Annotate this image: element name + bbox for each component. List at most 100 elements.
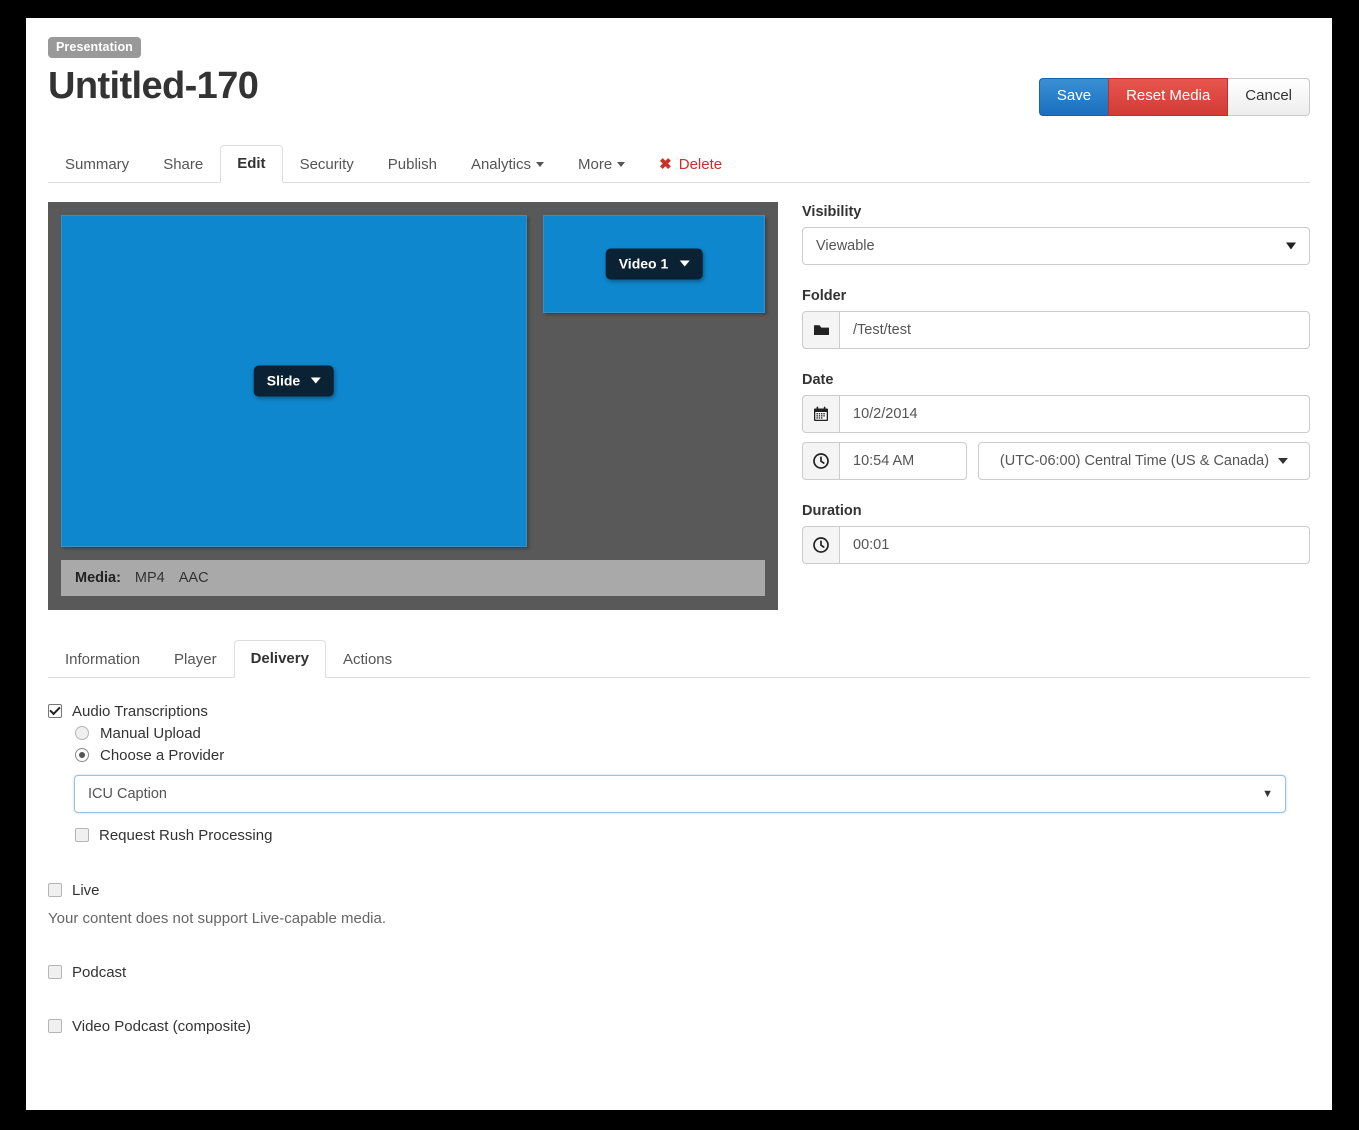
- media-info-bar: Media: MP4 AAC: [61, 559, 765, 596]
- duration-field: 00:01: [802, 525, 1310, 564]
- visibility-select[interactable]: Viewable: [802, 226, 1310, 265]
- time-field: 10:54 AM: [802, 441, 967, 480]
- rush-processing-checkbox[interactable]: [75, 828, 89, 843]
- chevron-down-icon: [311, 377, 322, 384]
- tab-security[interactable]: Security: [283, 146, 371, 183]
- manual-upload-label: Manual Upload: [100, 724, 201, 742]
- rush-processing-label: Request Rush Processing: [99, 826, 273, 844]
- visibility-value: Viewable: [816, 237, 875, 254]
- time-value: 10:54 AM: [853, 452, 915, 469]
- chevron-down-icon: [1286, 242, 1296, 250]
- folder-icon[interactable]: [802, 310, 839, 349]
- calendar-icon[interactable]: [802, 394, 839, 433]
- tab-label: Publish: [387, 155, 437, 173]
- tab-delete[interactable]: ✖ Delete: [642, 146, 739, 183]
- title-row: Untitled-170 Save Reset Media Cancel: [26, 58, 1332, 116]
- tab-label: Security: [299, 155, 354, 173]
- slide-source-label: Slide: [266, 372, 301, 389]
- tab-label: Actions: [342, 650, 393, 668]
- date-value: 10/2/2014: [853, 405, 918, 422]
- manual-upload-radio[interactable]: [75, 726, 89, 741]
- media-format-audio: AAC: [178, 569, 209, 586]
- tab-label: Share: [163, 155, 204, 173]
- tab-share[interactable]: Share: [146, 146, 220, 183]
- chevron-down-icon: [535, 162, 544, 168]
- video-podcast-row[interactable]: Video Podcast (composite): [48, 1018, 1310, 1035]
- video-region[interactable]: Video 1: [543, 214, 765, 313]
- video-source-dropdown[interactable]: Video 1: [605, 248, 703, 280]
- metadata-form: Visibility Viewable Folder /Test/test Da…: [802, 202, 1310, 610]
- media-format-video: MP4: [134, 569, 165, 586]
- date-label: Date: [802, 371, 834, 388]
- tab-label: Delivery: [250, 649, 309, 667]
- manual-upload-row[interactable]: Manual Upload: [75, 725, 1310, 742]
- tab-label: Edit: [237, 154, 266, 172]
- choose-provider-row[interactable]: Choose a Provider: [75, 747, 1310, 764]
- content-type-badge: Presentation: [48, 37, 141, 58]
- provider-select[interactable]: ICU Caption ▼: [74, 774, 1286, 813]
- time-input[interactable]: 10:54 AM: [839, 441, 967, 480]
- visibility-label: Visibility: [802, 203, 862, 220]
- podcast-row[interactable]: Podcast: [48, 964, 1310, 981]
- tab-label: Information: [65, 650, 141, 668]
- rush-processing-row[interactable]: Request Rush Processing: [75, 827, 1310, 844]
- date-input[interactable]: 10/2/2014: [839, 394, 1310, 433]
- tab-publish[interactable]: Publish: [371, 146, 454, 183]
- live-row[interactable]: Live: [48, 882, 1310, 899]
- tab-analytics[interactable]: Analytics: [454, 146, 561, 183]
- duration-label: Duration: [802, 502, 862, 519]
- slide-region[interactable]: Slide: [61, 214, 527, 547]
- media-preview: Slide Video 1 Media: MP4 AAC: [48, 201, 778, 610]
- folder-label: Folder: [802, 287, 847, 304]
- media-label: Media:: [75, 569, 121, 586]
- timezone-value: (UTC-06:00) Central Time (US & Canada): [999, 452, 1270, 469]
- folder-input[interactable]: /Test/test: [839, 310, 1310, 349]
- duration-input[interactable]: 00:01: [839, 525, 1310, 564]
- audio-transcriptions-row[interactable]: Audio Transcriptions: [48, 703, 1310, 720]
- clock-icon[interactable]: [802, 441, 839, 480]
- chevron-down-icon: ▼: [1262, 787, 1273, 800]
- tab-summary[interactable]: Summary: [48, 146, 146, 183]
- save-button[interactable]: Save: [1038, 78, 1109, 116]
- badge-row: Presentation: [26, 18, 1332, 58]
- tab-player[interactable]: Player: [157, 641, 234, 678]
- tab-more[interactable]: More: [561, 146, 642, 183]
- cancel-button[interactable]: Cancel: [1228, 78, 1310, 116]
- edit-content-area: Slide Video 1 Media: MP4 AAC Visibility …: [48, 201, 1310, 610]
- duration-value: 00:01: [853, 536, 890, 553]
- tab-label: Analytics: [470, 155, 531, 173]
- video-source-label: Video 1: [618, 255, 669, 272]
- tab-information[interactable]: Information: [48, 641, 157, 678]
- live-hint: Your content does not support Live-capab…: [48, 909, 387, 927]
- video-podcast-label: Video Podcast (composite): [72, 1017, 251, 1035]
- chevron-down-icon: [679, 260, 690, 267]
- audio-transcriptions-checkbox[interactable]: [48, 704, 62, 719]
- x-mark-icon: ✖: [659, 155, 672, 173]
- folder-field: /Test/test: [802, 310, 1310, 349]
- delivery-panel: Audio Transcriptions Manual Upload Choos…: [48, 703, 1310, 1035]
- app-window: Presentation Untitled-170 Save Reset Med…: [26, 18, 1332, 1110]
- tab-delivery[interactable]: Delivery: [233, 639, 326, 678]
- live-label: Live: [72, 881, 100, 899]
- video-podcast-checkbox[interactable]: [48, 1019, 62, 1034]
- provider-value: ICU Caption: [88, 785, 167, 802]
- choose-provider-radio[interactable]: [75, 748, 89, 763]
- slide-source-dropdown[interactable]: Slide: [253, 365, 335, 397]
- tab-actions[interactable]: Actions: [326, 641, 409, 678]
- tab-edit[interactable]: Edit: [220, 144, 283, 183]
- folder-value: /Test/test: [853, 321, 912, 338]
- podcast-label: Podcast: [72, 963, 127, 981]
- tab-label: Player: [174, 650, 217, 668]
- action-button-group: Save Reset Media Cancel: [1038, 78, 1310, 116]
- time-row: 10:54 AM (UTC-06:00) Central Time (US & …: [802, 441, 1310, 480]
- clock-icon[interactable]: [802, 525, 839, 564]
- podcast-checkbox[interactable]: [48, 965, 62, 980]
- tab-label: Summary: [65, 155, 130, 173]
- chevron-down-icon: [1278, 457, 1289, 464]
- reset-media-button[interactable]: Reset Media: [1108, 78, 1229, 116]
- timezone-select[interactable]: (UTC-06:00) Central Time (US & Canada): [978, 441, 1310, 480]
- choose-provider-label: Choose a Provider: [100, 746, 225, 764]
- live-checkbox[interactable]: [48, 883, 62, 898]
- audio-transcriptions-label: Audio Transcriptions: [72, 702, 208, 720]
